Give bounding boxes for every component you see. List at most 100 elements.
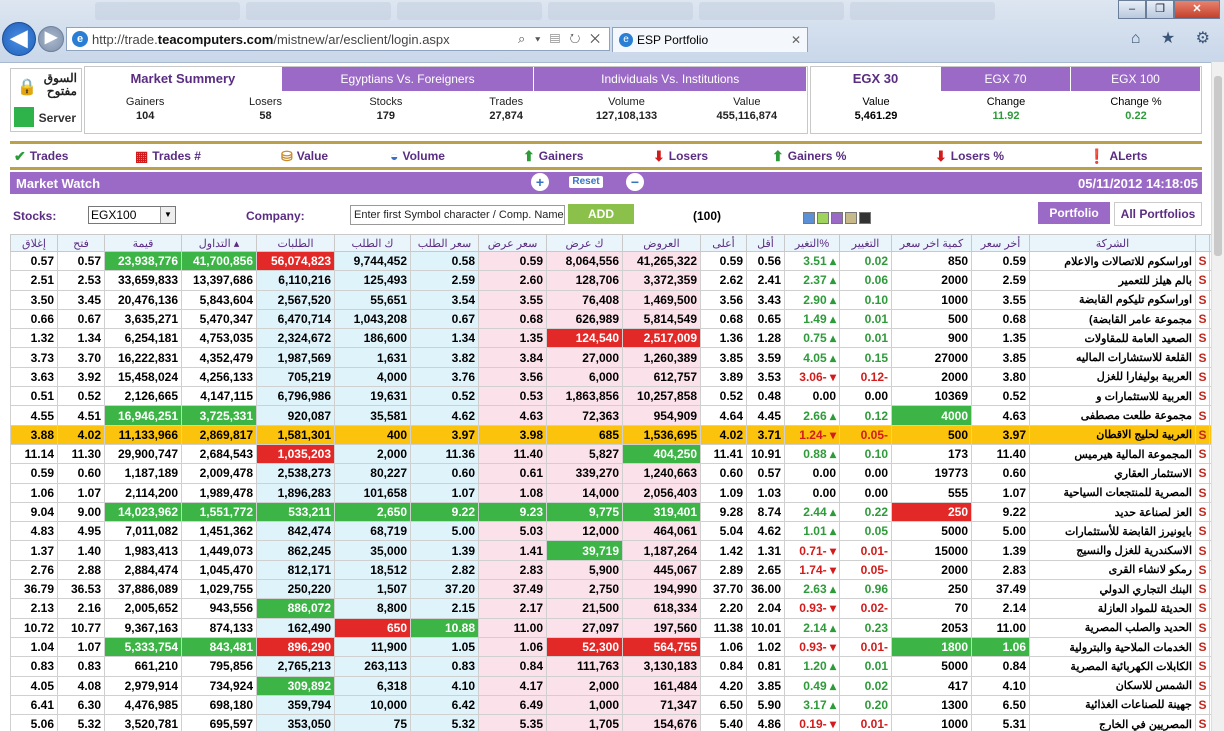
sell-button[interactable]: S bbox=[1195, 270, 1210, 291]
column-header-8[interactable]: ك عرض bbox=[546, 234, 623, 252]
browser-tab[interactable]: e ESP Portfolio ✕ bbox=[612, 27, 808, 52]
column-header-13[interactable]: التغيير bbox=[839, 234, 892, 252]
theme-swatch-black[interactable] bbox=[859, 212, 871, 224]
tab-egx30[interactable]: EGX 30 bbox=[811, 67, 941, 91]
column-header-0[interactable]: إغلاق bbox=[10, 234, 58, 252]
column-header-15[interactable]: أخر سعر bbox=[971, 234, 1030, 252]
gainers-button[interactable]: ⬆ Gainers bbox=[523, 149, 583, 163]
sell-button[interactable]: S bbox=[1195, 714, 1210, 731]
table-row[interactable]: 10.72 10.77 9,367,163 874,133 162,490 650 10.8… bbox=[10, 617, 1212, 638]
table-row[interactable]: 1.37 1.40 1,983,413 1,449,073 862,245 35,000 1… bbox=[10, 540, 1212, 561]
sell-button[interactable]: S bbox=[1195, 521, 1210, 542]
table-row[interactable]: 0.59 0.60 1,187,189 2,009,478 2,538,273 80,22… bbox=[10, 463, 1212, 484]
sell-button[interactable]: S bbox=[1195, 250, 1210, 272]
url-text[interactable]: http://trade.teacomputers.com/mistnew/ar… bbox=[92, 32, 518, 47]
all-portfolios-button[interactable]: All Portfolios bbox=[1114, 202, 1202, 226]
add-button[interactable]: ADD bbox=[568, 204, 634, 224]
column-header-1[interactable]: فتح bbox=[57, 234, 105, 252]
column-header-11[interactable]: أقل bbox=[746, 234, 785, 252]
losers-pct-button[interactable]: ⬇ Losers % bbox=[935, 149, 1004, 163]
table-row[interactable]: 1.32 1.34 6,254,181 4,753,035 2,324,672 186,6… bbox=[10, 328, 1212, 349]
volume-button[interactable]: ◒ Volume bbox=[390, 149, 445, 163]
theme-swatch-tan[interactable] bbox=[845, 212, 857, 224]
sell-button[interactable]: S bbox=[1195, 636, 1210, 658]
portfolio-button[interactable]: Portfolio bbox=[1038, 202, 1110, 224]
tab-egyptians-vs-foreigners[interactable]: Egyptians Vs. Foreigners bbox=[281, 67, 535, 91]
table-row[interactable]: 4.83 4.95 7,011,082 1,451,362 842,474 68,719 5… bbox=[10, 521, 1212, 542]
table-row[interactable]: 5.06 5.32 3,520,781 695,597 353,050 75 5.32 5.3… bbox=[10, 714, 1212, 731]
stocks-select[interactable]: EGX100 ▼ bbox=[88, 206, 176, 224]
column-header-12[interactable]: التغير% bbox=[784, 234, 840, 252]
column-header-10[interactable]: أعلى bbox=[700, 234, 747, 252]
table-row[interactable]: 3.50 3.45 20,476,136 5,843,604 2,567,520 55,6… bbox=[10, 289, 1212, 310]
table-row[interactable]: 9.04 9.00 14,023,962 1,551,772 533,211 2,650 9… bbox=[10, 501, 1212, 523]
address-bar[interactable]: e http://trade.teacomputers.com/mistnew/… bbox=[66, 27, 610, 51]
tab-egx100[interactable]: EGX 100 bbox=[1071, 67, 1201, 91]
table-row[interactable]: 0.51 0.52 2,126,665 4,147,115 6,796,986 19,63… bbox=[10, 386, 1212, 407]
sell-button[interactable]: S bbox=[1195, 501, 1210, 523]
sell-button[interactable]: S bbox=[1195, 463, 1210, 484]
table-row[interactable]: 11.14 11.30 29,900,747 2,684,543 1,035,203 2,… bbox=[10, 443, 1212, 465]
reset-button[interactable]: Reset bbox=[569, 176, 603, 188]
minimize-button[interactable]: – bbox=[1118, 0, 1146, 19]
table-row[interactable]: 4.05 4.08 2,979,914 734,924 309,892 6,318 4.10… bbox=[10, 675, 1212, 696]
sell-button[interactable]: S bbox=[1195, 347, 1210, 368]
sell-button[interactable]: S bbox=[1195, 598, 1210, 619]
table-row[interactable]: 2.76 2.88 2,884,474 1,045,470 812,171 18,512 2… bbox=[10, 559, 1212, 581]
sell-button[interactable]: S bbox=[1195, 656, 1210, 677]
trades-count-button[interactable]: ▦ Trades # bbox=[135, 149, 201, 163]
sell-button[interactable]: S bbox=[1195, 405, 1210, 426]
sell-button[interactable]: S bbox=[1195, 694, 1210, 716]
sell-button[interactable]: S bbox=[1195, 540, 1210, 561]
alerts-button[interactable]: ❗ ALerts bbox=[1088, 149, 1147, 163]
zoom-out-icon[interactable]: − bbox=[626, 173, 644, 191]
sell-button[interactable]: S bbox=[1195, 579, 1210, 600]
column-header-7[interactable]: سعر عرض bbox=[478, 234, 547, 252]
sell-button[interactable]: S bbox=[1195, 366, 1210, 388]
tab-egx70[interactable]: EGX 70 bbox=[941, 67, 1071, 91]
losers-button[interactable]: ⬇ Losers bbox=[653, 149, 708, 163]
column-header-2[interactable]: قيمة bbox=[104, 234, 182, 252]
vertical-scrollbar[interactable] bbox=[1211, 62, 1224, 731]
column-header-3[interactable]: التداول ▴ bbox=[181, 234, 257, 252]
close-tab-icon[interactable]: ✕ bbox=[791, 33, 801, 47]
scrollbar-thumb[interactable] bbox=[1214, 76, 1222, 256]
sell-button[interactable]: S bbox=[1195, 482, 1210, 503]
table-row[interactable]: 36.79 36.53 37,886,089 1,029,755 250,220 1,50… bbox=[10, 579, 1212, 600]
company-search-input[interactable]: Enter first Symbol character / Comp. Nam… bbox=[350, 205, 565, 225]
column-header-4[interactable]: الطلبات bbox=[256, 234, 335, 252]
sell-button[interactable]: S bbox=[1195, 443, 1210, 465]
column-header-14[interactable]: كمية اخر سعر bbox=[891, 234, 972, 252]
sell-button[interactable]: S bbox=[1195, 308, 1210, 330]
column-header-9[interactable]: العروض bbox=[622, 234, 701, 252]
column-header-6[interactable]: سعر الطلب bbox=[410, 234, 479, 252]
table-row[interactable]: 1.06 1.07 2,114,200 1,989,478 1,896,283 101,6… bbox=[10, 482, 1212, 503]
table-row[interactable]: 3.63 3.92 15,458,024 4,256,133 705,219 4,000 3… bbox=[10, 366, 1212, 388]
table-row[interactable]: 6.41 6.30 4,476,985 698,180 359,794 10,000 6.4… bbox=[10, 694, 1212, 716]
back-button[interactable]: ◀ bbox=[2, 22, 36, 56]
address-tools[interactable]: ⌕ ▾ ▤ ↻ ✕ bbox=[518, 31, 609, 47]
table-row[interactable]: 4.55 4.51 16,946,251 3,725,331 920,087 35,581… bbox=[10, 405, 1212, 426]
theme-swatch-green[interactable] bbox=[817, 212, 829, 224]
table-row[interactable]: 1.04 1.07 5,333,754 843,481 896,290 11,900 1.0… bbox=[10, 636, 1212, 658]
column-header-16[interactable]: الشركة bbox=[1029, 234, 1196, 252]
table-row[interactable]: 3.88 4.02 11,133,966 2,869,817 1,581,301 400 3… bbox=[10, 424, 1212, 445]
table-row[interactable]: 3.73 3.70 16,222,831 4,352,479 1,987,569 1,63… bbox=[10, 347, 1212, 368]
theme-swatch-blue[interactable] bbox=[803, 212, 815, 224]
value-button[interactable]: ⛁ Value bbox=[281, 149, 328, 163]
tab-individuals-vs-institutions[interactable]: Individuals Vs. Institutions bbox=[534, 67, 808, 91]
theme-swatch-purple[interactable] bbox=[831, 212, 843, 224]
sell-button[interactable]: S bbox=[1195, 617, 1210, 638]
sell-button[interactable]: S bbox=[1195, 559, 1210, 581]
forward-button[interactable]: ▶ bbox=[38, 26, 64, 52]
table-row[interactable]: 0.57 0.57 23,938,776 41,700,856 56,074,823 9,… bbox=[10, 250, 1212, 272]
sell-button[interactable]: S bbox=[1195, 675, 1210, 696]
table-row[interactable]: 2.13 2.16 2,005,652 943,556 886,072 8,800 2.15… bbox=[10, 598, 1212, 619]
gainers-pct-button[interactable]: ⬆ Gainers % bbox=[772, 149, 846, 163]
sell-button[interactable]: S bbox=[1195, 424, 1210, 445]
table-row[interactable]: 0.66 0.67 3,635,271 5,470,347 6,470,714 1,043… bbox=[10, 308, 1212, 330]
toolbar-icons[interactable]: ⌂ ★ ⚙ bbox=[1131, 28, 1218, 48]
sell-button[interactable]: S bbox=[1195, 386, 1210, 407]
maximize-button[interactable]: ❐ bbox=[1146, 0, 1174, 19]
column-header-5[interactable]: ك الطلب bbox=[334, 234, 411, 252]
